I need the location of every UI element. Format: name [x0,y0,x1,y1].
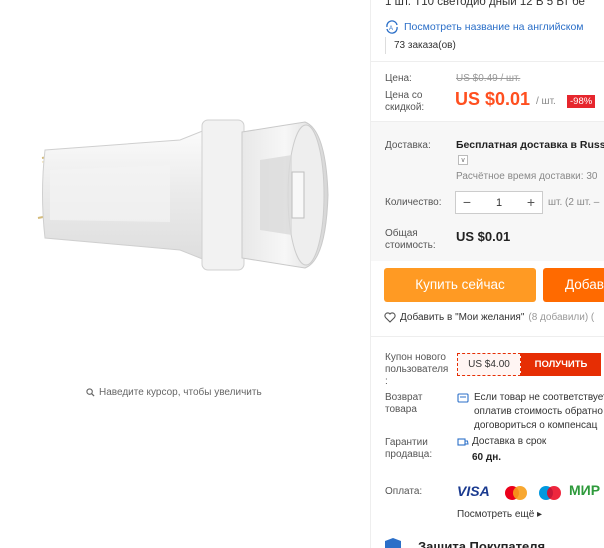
coupon-amount: US $4.00 [457,353,521,376]
delivery-estimate: Расчётное время доставки: 30 [456,171,598,182]
price-unit: / шт. [536,96,556,107]
divider [371,61,604,62]
product-image[interactable] [30,110,340,280]
divider [371,121,604,122]
return-policy-line: Если товар не соответствует [474,392,604,403]
total-label: Общая стоимость: [385,228,436,251]
price-label: Цена: [385,73,412,84]
see-more-payments[interactable]: Посмотреть ещё ▸ [457,509,542,520]
shipping-label: Доставка: [385,140,431,151]
add-to-wishlist[interactable]: Добавить в "Мои желания" (8 добавили) ( [384,312,594,323]
discount-price: US $0.01 [455,89,531,109]
product-details: 1 шт. T10 светодио дный 12 В 5 Вт бе A П… [371,0,604,548]
seller-guarantee-label: Гарантии продавца: [385,437,433,460]
wishlist-count: (8 добавили) ( [528,312,595,323]
quantity-decrease-button[interactable]: − [456,192,478,213]
visa-logo: VISA [457,483,490,499]
chevron-down-icon: ∨ [460,157,466,164]
zoom-hint-text: Наведите курсор, чтобы увеличить [99,387,262,398]
product-image-panel: Наведите курсор, чтобы увеличить [0,0,370,548]
product-title: 1 шт. T10 светодио дный 12 В 5 Вт бе [385,0,585,8]
shipping-method: Бесплатная доставка в Russia [456,139,604,151]
search-icon [86,388,95,397]
quantity-stepper: − 1 + [455,191,543,214]
wishlist-label: Добавить в "Мои желания" [400,312,525,323]
original-price: US $0.49 / шт. [456,73,521,84]
returns-label: Возврат товара [385,392,423,415]
delivery-days: 60 дн. [472,452,502,463]
svg-text:A: A [389,26,393,32]
return-policy-text: Если товар не соответствует оплатив стои… [474,391,604,433]
discount-badge: -98% [567,95,596,108]
delivery-icon [457,438,469,446]
payment-label: Оплата: [385,486,423,497]
heart-icon [384,312,396,323]
quantity-input[interactable]: 1 [478,197,520,209]
mastercard-icon [501,484,531,502]
shipping-dropdown[interactable]: ∨ [458,155,468,165]
zoom-hint: Наведите курсор, чтобы увеличить [86,387,262,398]
divider [371,336,604,337]
quantity-label: Количество: [385,197,442,208]
return-policy-line: оплатив стоимость обратно [474,406,603,417]
get-coupon-button[interactable]: ПОЛУЧИТЬ [521,353,601,376]
return-policy-line: договориться о компенсац [474,420,598,431]
add-to-cart-button[interactable]: Добав [543,268,604,302]
buy-now-button[interactable]: Купить сейчас [384,268,536,302]
discount-price-label: Цена со скидкой: [385,90,425,113]
total-price: US $0.01 [456,229,511,244]
mir-logo: МИР [569,482,601,498]
translate-link-text: Посмотреть название на английском [404,21,584,33]
return-policy-icon [457,393,469,403]
maestro-icon [535,484,565,502]
buyer-protection-title: Защита Покупателя [418,539,546,548]
quantity-increase-button[interactable]: + [520,192,542,213]
translate-link[interactable]: A Посмотреть название на английском [385,20,584,34]
on-time-delivery: Доставка в срок [472,436,547,447]
stock-info: шт. (2 шт. – [548,197,600,208]
coupon-label: Купон нового пользователя : [385,352,449,387]
translate-icon: A [386,20,398,34]
orders-count: 73 заказа(ов) [385,37,604,54]
